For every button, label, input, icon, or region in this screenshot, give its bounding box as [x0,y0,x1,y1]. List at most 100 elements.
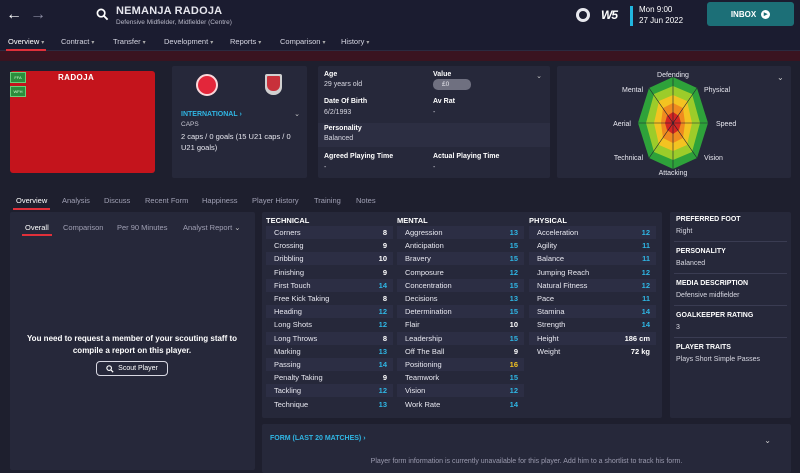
attribute-name: Aggression [405,228,443,237]
report-tab-comparison[interactable]: Comparison [63,223,103,232]
attribute-row[interactable]: Dribbling 10 [266,252,393,266]
subtab-overview[interactable]: Overview [12,196,51,210]
form-message: Player form information is currently una… [370,458,683,465]
chevron-down-icon: ⌄ [234,223,241,232]
attribute-name: Flair [405,320,420,330]
attribute-name: Finishing [274,267,305,277]
subtab-analysis[interactable]: Analysis [62,196,90,205]
report-tab-overall[interactable]: Overall [22,223,52,236]
attribute-row[interactable]: Bravery 15 [397,252,524,266]
attribute-value: 11 [642,254,650,264]
radar-label-technical: Technical [614,155,644,162]
attribute-row[interactable]: Technique 13 [266,398,393,411]
menu-development[interactable]: Development ▾ [164,37,213,46]
attribute-row[interactable]: Finishing 9 [266,266,393,279]
status-tag[interactable]: WFH [10,86,26,97]
radar-label-defending: Defending [657,72,689,79]
international-link[interactable]: INTERNATIONAL › [181,111,242,118]
subtab-notes[interactable]: Notes [356,196,376,205]
attribute-name: Decisions [405,294,438,303]
club-badge-icon[interactable] [575,7,591,23]
nation-flag-icon[interactable] [265,74,282,95]
attribute-row[interactable]: Long Throws 8 [266,331,393,345]
menu-comparison[interactable]: Comparison ▾ [280,37,325,46]
subtab-training[interactable]: Training [314,196,341,205]
attribute-row[interactable]: Jumping Reach 12 [529,266,656,279]
attribute-row[interactable]: Leadership 15 [397,331,524,345]
attribute-row[interactable]: Anticipation 15 [397,239,524,252]
attribute-row[interactable]: First Touch 14 [266,278,393,292]
forward-arrow-icon[interactable]: → [30,6,46,24]
attribute-value: 13 [378,399,387,409]
back-arrow-icon[interactable]: ← [6,6,22,24]
attribute-row[interactable]: Corners 8 [266,226,393,239]
scout-player-button[interactable]: Scout Player [96,361,168,376]
report-tab-analyst[interactable]: Analyst Report ⌄ [183,223,241,232]
menu-reports[interactable]: Reports ▾ [230,37,261,46]
attribute-name: Passing [274,360,301,369]
subtab-happiness[interactable]: Happiness [202,196,237,205]
attribute-value: 15 [509,373,518,383]
game-time[interactable]: Mon 9:00 [639,5,672,14]
personality-value: Balanced [324,135,354,142]
attribute-row[interactable]: Stamina 14 [529,305,656,319]
attribute-row[interactable]: Off The Ball 9 [397,345,524,358]
menu-overview[interactable]: Overview ▾ [5,37,47,51]
subtab-recent-form[interactable]: Recent Form [145,196,188,205]
attribute-row[interactable]: Concentration 15 [397,278,524,292]
player-traits-value[interactable]: Plays Short Simple Passes [676,356,760,363]
attribute-row[interactable]: Flair 10 [397,318,524,331]
attribute-row[interactable]: Strength 14 [529,318,656,331]
attribute-row[interactable]: Free Kick Taking 8 [266,292,393,305]
menu-history[interactable]: History ▾ [341,37,369,46]
menu-contract[interactable]: Contract ▾ [61,37,94,46]
chevron-down-icon[interactable]: ⌄ [764,436,771,445]
attribute-value: 16 [509,360,518,369]
attribute-row[interactable]: Crossing 9 [266,239,393,252]
game-date[interactable]: 27 Jun 2022 [639,16,683,25]
attribute-row[interactable]: Tackling 12 [266,384,393,398]
attribute-value: 9 [513,346,518,356]
chevron-down-icon[interactable]: ⌄ [536,72,542,80]
attribute-name: Vision [405,386,426,396]
attribute-row[interactable]: Decisions 13 [397,292,524,305]
form-link[interactable]: FORM (LAST 20 MATCHES) › [270,435,366,442]
attribute-row[interactable]: Work Rate 14 [397,398,524,411]
attribute-row[interactable]: Aggression 13 [397,226,524,239]
attribute-row[interactable]: Balance 11 [529,252,656,266]
attribute-value: 14 [641,307,650,317]
attribute-row[interactable]: Long Shots 12 [266,318,393,331]
status-tag[interactable]: FFA [10,72,26,83]
chevron-down-icon: ▾ [41,40,45,46]
attribute-row[interactable]: Passing 14 [266,358,393,371]
goalkeeper-rating-label: GOALKEEPER RATING [676,312,754,319]
game-logo: W5 [601,8,618,22]
attribute-row[interactable]: Teamwork 15 [397,371,524,384]
attribute-row[interactable]: Penalty Taking 9 [266,371,393,384]
attribute-row[interactable]: Natural Fitness 12 [529,278,656,292]
chevron-down-icon[interactable]: ⌄ [294,110,300,118]
attribute-row[interactable]: Positioning 16 [397,358,524,371]
attribute-value: 14 [509,399,518,409]
report-tab-per-90[interactable]: Per 90 Minutes [117,223,167,232]
value-pill[interactable]: £0 [433,79,471,90]
search-icon[interactable] [96,8,109,21]
attribute-radar-chart[interactable]: Defending Physical Speed Vision Attackin… [557,66,791,178]
club-crest-icon[interactable] [196,74,218,96]
attribute-row[interactable]: Acceleration 12 [529,226,656,239]
subtab-player-history[interactable]: Player History [252,196,299,205]
attribute-row[interactable]: Pace 11 [529,292,656,305]
attributes-panel: TECHNICAL MENTAL PHYSICAL Corners 8 Crossi… [262,212,662,418]
subtab-discuss[interactable]: Discuss [104,196,130,205]
weight-label: Weight [537,347,561,356]
menu-transfer[interactable]: Transfer ▾ [113,37,146,46]
inbox-button[interactable]: INBOX ▸ [707,2,794,26]
media-description-value: Defensive midfielder [676,292,740,299]
attribute-row[interactable]: Agility 11 [529,239,656,252]
attribute-row[interactable]: Vision 12 [397,384,524,398]
attribute-row[interactable]: Composure 12 [397,266,524,279]
attribute-row[interactable]: Heading 12 [266,305,393,319]
attribute-row[interactable]: Marking 13 [266,345,393,358]
attribute-row[interactable]: Determination 15 [397,305,524,319]
media-description-label: MEDIA DESCRIPTION [676,280,749,287]
